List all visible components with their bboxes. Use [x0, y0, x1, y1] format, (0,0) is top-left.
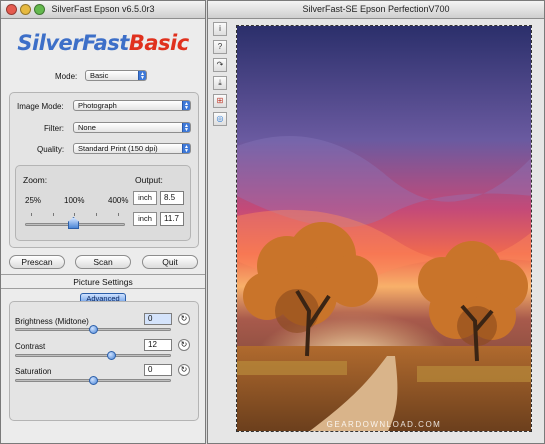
- scan-button-label: Scan: [93, 257, 113, 267]
- contrast-label: Contrast: [15, 342, 46, 351]
- zoom-min-label: 25%: [25, 196, 42, 205]
- contrast-field[interactable]: 12: [144, 339, 172, 351]
- divider: [1, 288, 205, 289]
- saturation-reset-icon[interactable]: ↻: [178, 364, 190, 376]
- preview-window-title: SilverFast-SE Epson PerfectionV700: [302, 4, 450, 14]
- zoom-label: Zoom:: [23, 175, 48, 185]
- quality-label: Quality:: [37, 145, 65, 154]
- filter-select-value: None: [78, 123, 96, 132]
- output-width-unit-label: inch: [138, 193, 152, 202]
- mode-select[interactable]: Basic ▲ ▼: [85, 70, 147, 81]
- quit-button-label: Quit: [162, 257, 178, 267]
- image-mode-select[interactable]: Photograph ▲ ▼: [73, 100, 191, 111]
- zoom-tick: [118, 213, 119, 216]
- saturation-label: Saturation: [15, 367, 52, 376]
- autofit-icon[interactable]: ⤓: [213, 76, 227, 90]
- chevron-updown-icon: ▲ ▼: [182, 101, 190, 110]
- filter-select[interactable]: None ▲ ▼: [73, 122, 191, 133]
- output-height-unit-label: inch: [138, 214, 152, 223]
- mode-label: Mode:: [55, 72, 78, 81]
- prescan-button[interactable]: Prescan: [9, 255, 65, 269]
- brightness-slider-thumb[interactable]: [89, 325, 98, 334]
- preview-window-titlebar[interactable]: SilverFast-SE Epson PerfectionV700: [208, 1, 544, 19]
- undo-icon-glyph: ↷: [216, 60, 224, 69]
- image-mode-label: Image Mode:: [17, 102, 64, 111]
- picture-settings-title: Picture Settings: [73, 277, 133, 287]
- logo-silverfast-text: SilverFast: [17, 31, 129, 55]
- control-window: SilverFast Epson v6.5.0r3 SilverFastBasi…: [0, 0, 206, 444]
- magnifier-icon-glyph: ◎: [216, 114, 224, 123]
- zoom-mid-label: 100%: [64, 196, 85, 205]
- chevron-updown-icon: ▲ ▼: [182, 123, 190, 132]
- saturation-value: 0: [148, 365, 153, 374]
- control-window-titlebar[interactable]: SilverFast Epson v6.5.0r3: [1, 1, 205, 19]
- brightness-field[interactable]: 0: [144, 313, 172, 325]
- control-window-title: SilverFast Epson v6.5.0r3: [51, 4, 155, 14]
- zoom-tick: [31, 213, 32, 216]
- magnifier-icon[interactable]: ◎: [213, 112, 227, 126]
- brightness-label: Brightness (Midtone): [15, 317, 89, 326]
- info-icon-glyph: i: [219, 24, 221, 33]
- multi-frame-icon-glyph: ⊞: [216, 96, 224, 105]
- zoom-tick: [74, 213, 75, 216]
- saturation-slider-thumb[interactable]: [89, 376, 98, 385]
- output-height-field[interactable]: 11.7: [160, 212, 184, 226]
- contrast-slider-track[interactable]: [15, 354, 171, 357]
- filter-label: Filter:: [44, 124, 64, 133]
- minimize-window-icon[interactable]: [20, 4, 31, 15]
- zoom-window-icon[interactable]: [34, 4, 45, 15]
- window-controls: [6, 4, 45, 15]
- brightness-reset-icon[interactable]: ↻: [178, 313, 190, 325]
- quit-button[interactable]: Quit: [142, 255, 198, 269]
- prescan-preview-image[interactable]: GEARDOWNLOAD.COM: [236, 25, 532, 432]
- quality-select-value: Standard Print (150 dpi): [78, 144, 158, 153]
- silverfast-basic-logo: SilverFastBasic: [1, 31, 205, 55]
- help-icon[interactable]: ?: [213, 40, 227, 54]
- scan-button[interactable]: Scan: [75, 255, 131, 269]
- output-width-unit[interactable]: inch: [133, 191, 157, 205]
- quality-select[interactable]: Standard Print (150 dpi) ▲ ▼: [73, 143, 191, 154]
- prescan-button-label: Prescan: [21, 257, 53, 267]
- brightness-value: 0: [148, 314, 153, 323]
- contrast-slider-thumb[interactable]: [107, 351, 116, 360]
- logo-basic-text: Basic: [128, 31, 189, 55]
- mode-select-value: Basic: [90, 71, 109, 80]
- autofit-icon-glyph: ⤓: [218, 78, 222, 87]
- output-label: Output:: [135, 175, 163, 185]
- sunset-trees-photo: [237, 26, 531, 431]
- zoom-tick: [96, 213, 97, 216]
- image-mode-select-value: Photograph: [78, 101, 117, 110]
- contrast-reset-icon[interactable]: ↻: [178, 339, 190, 351]
- chevron-updown-icon: ▲ ▼: [182, 144, 190, 153]
- divider: [1, 274, 205, 275]
- watermark-text: GEARDOWNLOAD.COM: [326, 420, 442, 429]
- saturation-field[interactable]: 0: [144, 364, 172, 376]
- output-height-unit[interactable]: inch: [133, 212, 157, 226]
- output-width-value: 8.5: [164, 193, 176, 202]
- zoom-max-label: 400%: [108, 196, 129, 205]
- contrast-value: 12: [148, 340, 157, 349]
- close-window-icon[interactable]: [6, 4, 17, 15]
- output-height-value: 11.7: [164, 214, 179, 223]
- chevron-updown-icon: ▲ ▼: [138, 71, 146, 80]
- info-icon[interactable]: i: [213, 22, 227, 36]
- undo-icon[interactable]: ↷: [213, 58, 227, 72]
- output-width-field[interactable]: 8.5: [160, 191, 184, 205]
- multi-frame-icon[interactable]: ⊞: [213, 94, 227, 108]
- help-icon-glyph: ?: [217, 42, 223, 51]
- zoom-tick: [53, 213, 54, 216]
